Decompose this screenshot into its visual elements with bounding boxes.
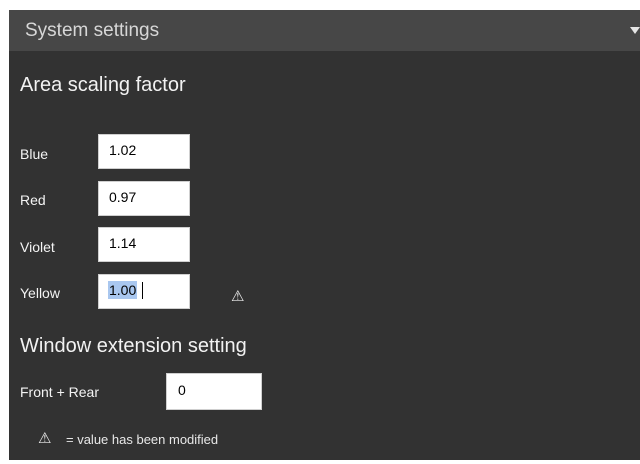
blue-value: 1.02: [109, 142, 137, 158]
panel-header[interactable]: System settings: [9, 10, 640, 51]
legend-text: = value has been modified: [66, 432, 219, 447]
front-rear-label: Front + Rear: [20, 384, 99, 400]
text-caret: [142, 282, 143, 299]
violet-value: 1.14: [109, 235, 137, 251]
warning-triangle-icon: ⚠: [231, 288, 245, 305]
panel-title: System settings: [25, 20, 160, 41]
warning-triangle-icon: ⚠: [38, 430, 52, 447]
front-rear-input[interactable]: 0: [166, 373, 262, 410]
violet-label: Violet: [20, 239, 55, 255]
red-value: 0.97: [109, 189, 137, 205]
system-settings-panel: System settings Area scaling factor Blue…: [9, 10, 640, 460]
chevron-down-icon[interactable]: [630, 27, 640, 34]
yellow-input[interactable]: 1.00: [98, 274, 190, 309]
area-scaling-title: Area scaling factor: [20, 74, 186, 96]
yellow-label: Yellow: [20, 285, 60, 301]
blue-input[interactable]: 1.02: [98, 134, 190, 169]
yellow-value: 1.00: [108, 281, 138, 299]
front-rear-value: 0: [178, 382, 186, 398]
window-extension-title: Window extension setting: [20, 335, 247, 357]
red-input[interactable]: 0.97: [98, 181, 190, 216]
red-label: Red: [20, 192, 46, 208]
violet-input[interactable]: 1.14: [98, 227, 190, 262]
blue-label: Blue: [20, 146, 49, 162]
